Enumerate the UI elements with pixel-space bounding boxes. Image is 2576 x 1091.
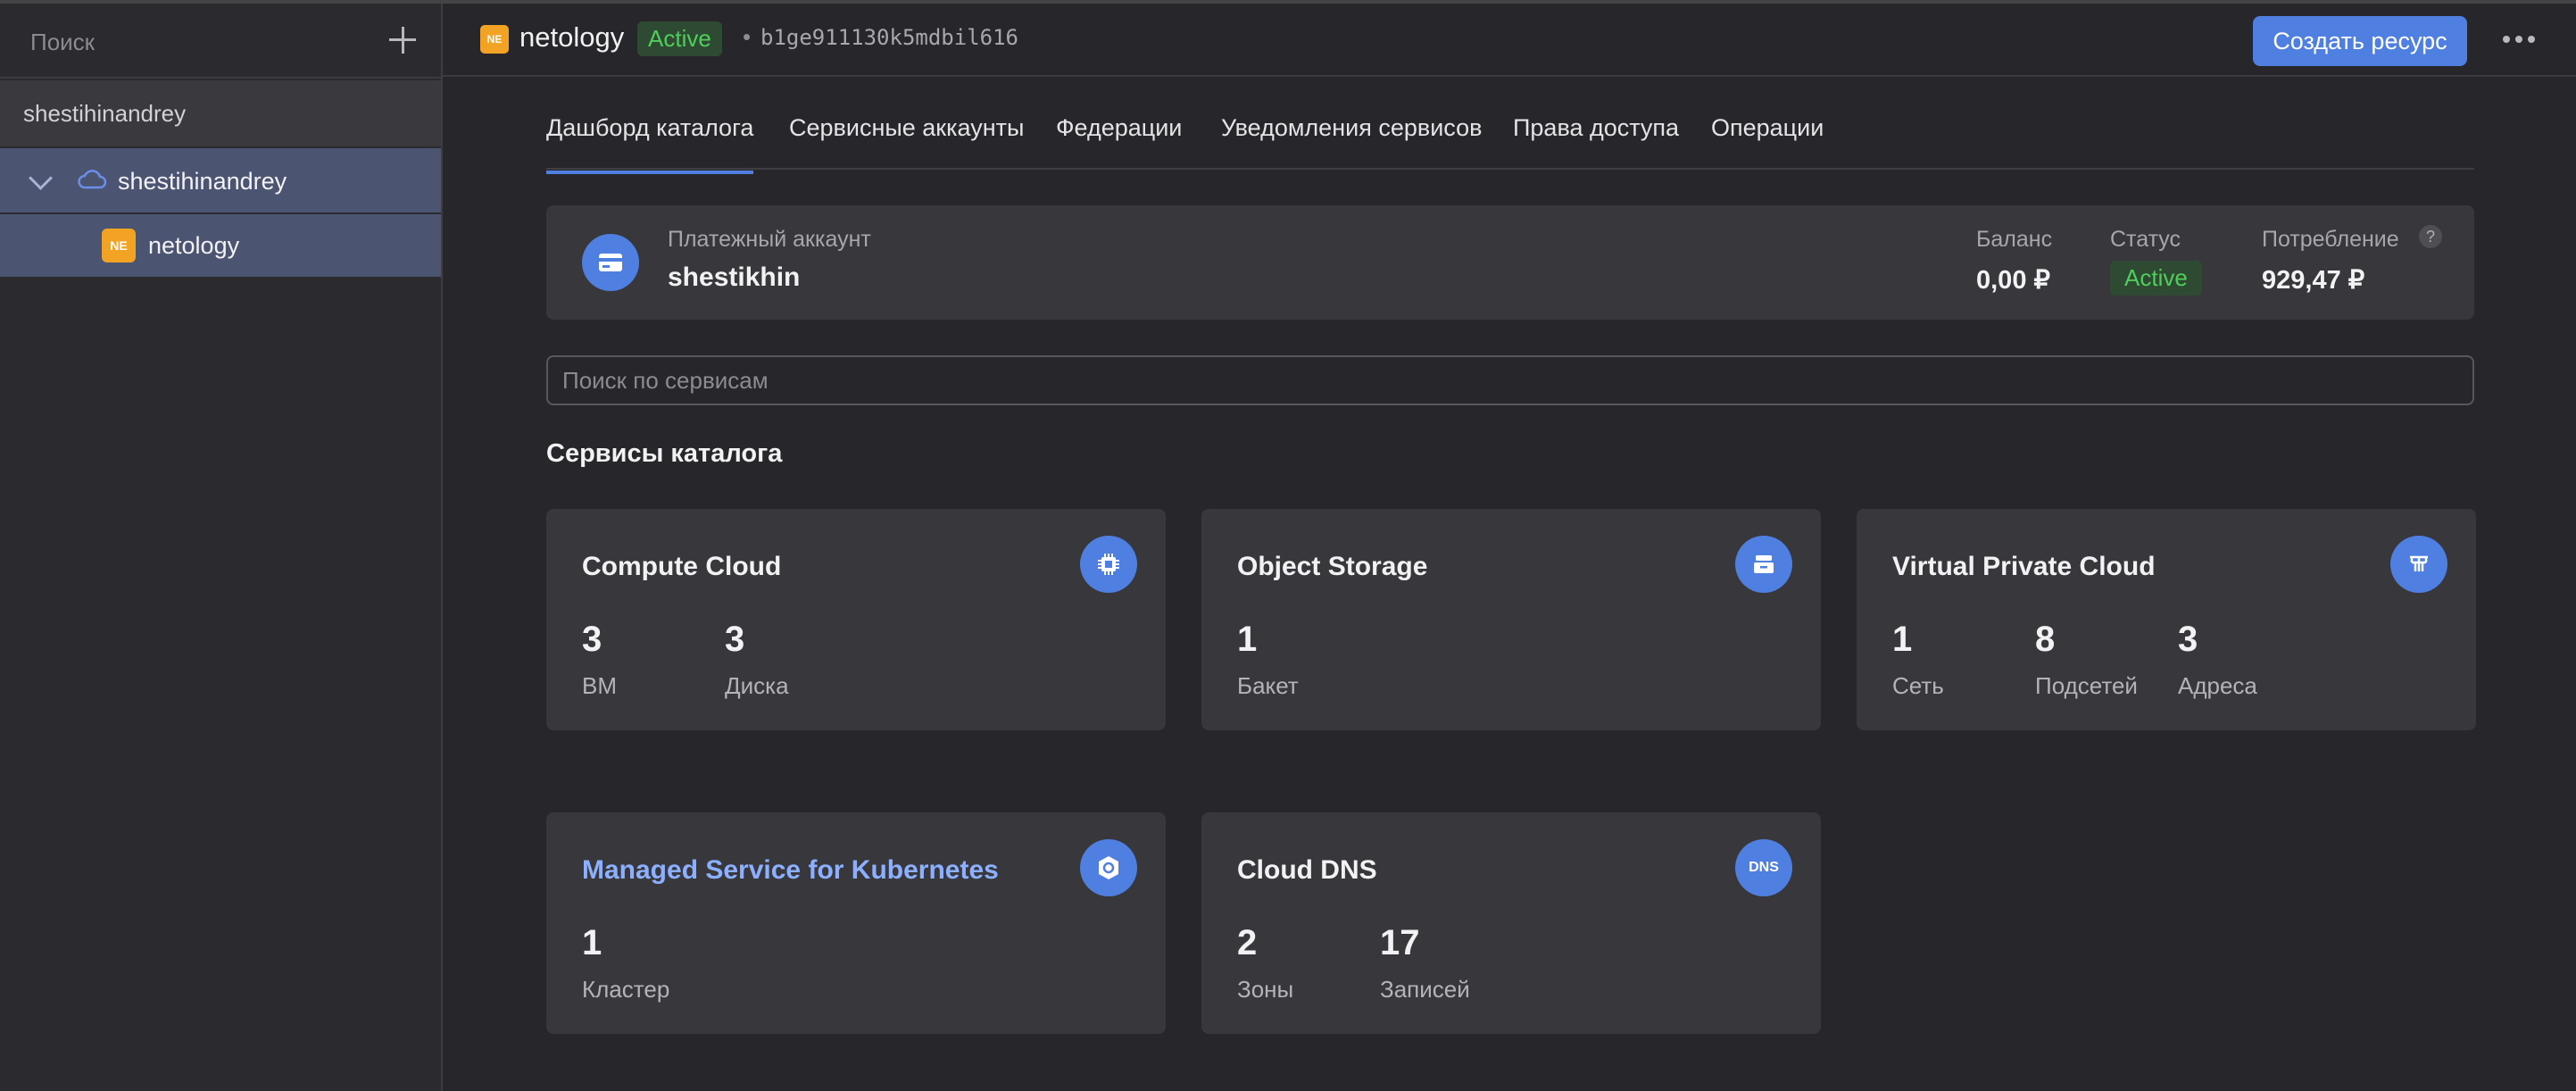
sidebar-item-folder[interactable]: NE netology: [0, 214, 441, 277]
page-header: NE netology Active • b1ge911130k5mdbil61…: [443, 4, 2576, 77]
metric-label: Бакет: [1237, 672, 1299, 699]
org-name: shestihinandrey: [23, 100, 187, 127]
cloud-label: shestihinandrey: [118, 168, 287, 195]
more-options-icon[interactable]: [2503, 36, 2539, 45]
metric-label: Подсетей: [2035, 672, 2138, 699]
dns-icon: DNS: [1735, 839, 1792, 896]
metric: 8 Подсетей: [2035, 620, 2138, 700]
service-card-kubernetes[interactable]: Managed Service for Kubernetes 1 Кластер: [546, 812, 1166, 1034]
folder-badge: NE: [102, 229, 136, 262]
balance-label: Баланс: [1976, 227, 2053, 252]
tab-service-accounts[interactable]: Сервисные аккаунты: [789, 114, 1024, 142]
metric: 1 Сеть: [1892, 620, 1944, 700]
folder-id[interactable]: b1ge911130k5mdbil616: [760, 25, 1018, 50]
card-title-link[interactable]: Managed Service for Kubernetes: [582, 855, 999, 886]
billing-account-label: Платежный аккаунт: [668, 227, 871, 252]
metric-value: 1: [1892, 620, 1913, 659]
tab-access-rights[interactable]: Права доступа: [1513, 114, 1679, 142]
tab-federations[interactable]: Федерации: [1056, 114, 1182, 142]
section-title: Сервисы каталога: [546, 439, 783, 468]
create-resource-button[interactable]: Создать ресурс: [2253, 16, 2467, 66]
separator-dot: •: [743, 23, 752, 50]
metric: 3 Диска: [725, 620, 789, 700]
metric-value: 1: [582, 923, 602, 962]
metric-label: Кластер: [582, 976, 670, 1003]
help-icon[interactable]: ?: [2419, 225, 2442, 248]
metric: 17 Записей: [1380, 923, 1470, 1004]
card-title[interactable]: Cloud DNS: [1237, 855, 1377, 886]
sidebar-search-input[interactable]: [29, 23, 371, 61]
add-icon[interactable]: [386, 23, 420, 57]
network-icon: [2390, 536, 2447, 593]
service-card-compute-cloud[interactable]: Compute Cloud 3 ВМ 3 Диска: [546, 509, 1166, 730]
dns-icon-text: DNS: [1749, 860, 1779, 875]
card-title[interactable]: Object Storage: [1237, 552, 1427, 582]
metric: 1 Кластер: [582, 923, 669, 1004]
metric: 3 Адреса: [2178, 620, 2257, 700]
status-label: Статус: [2110, 227, 2181, 252]
balance-value: 0,00 ₽: [1976, 266, 2050, 295]
billing-account-panel[interactable]: Платежный аккаунт shestikhin Баланс 0,00…: [546, 205, 2474, 320]
kubernetes-icon: [1080, 839, 1137, 896]
billing-card-icon: [582, 234, 639, 291]
metric: 3 ВМ: [582, 620, 617, 700]
billing-status-badge: Active: [2110, 261, 2202, 296]
folder-badge-icon: NE: [480, 25, 509, 54]
metric-label: Адреса: [2178, 672, 2257, 699]
billing-account-name: shestikhin: [668, 262, 801, 292]
metric-value: 2: [1237, 923, 1258, 962]
tab-bar: Дашборд каталога Сервисные аккаунты Феде…: [546, 107, 2474, 174]
metric: 2 Зоны: [1237, 923, 1293, 1004]
service-search-input[interactable]: [546, 355, 2474, 405]
cloud-icon: [78, 170, 107, 189]
tab-operations[interactable]: Операции: [1711, 114, 1824, 142]
consumption-value: 929,47 ₽: [2262, 266, 2365, 295]
metric-value: 3: [2178, 620, 2198, 659]
sidebar: shestihinandrey shestihinandrey NE netol…: [0, 4, 443, 1091]
sidebar-org[interactable]: shestihinandrey: [0, 80, 441, 146]
service-card-cloud-dns[interactable]: Cloud DNS DNS 2 Зоны 17 Записей: [1201, 812, 1821, 1034]
metric-value: 8: [2035, 620, 2056, 659]
chevron-down-icon[interactable]: [29, 166, 53, 190]
service-card-vpc[interactable]: Virtual Private Cloud 1 Сеть 8 Подсетей …: [1857, 509, 2476, 730]
metric-label: Диска: [725, 672, 789, 699]
card-title[interactable]: Compute Cloud: [582, 552, 781, 582]
metric-value: 3: [725, 620, 745, 659]
metric-value: 17: [1380, 923, 1420, 962]
storage-icon: [1735, 536, 1792, 593]
tab-service-notifications[interactable]: Уведомления сервисов: [1221, 114, 1482, 142]
metric: 1 Бакет: [1237, 620, 1299, 700]
sidebar-search: [0, 4, 441, 79]
page-title: netology: [519, 21, 625, 53]
metric-label: Зоны: [1237, 976, 1294, 1003]
consumption-label: Потребление: [2262, 227, 2399, 252]
service-card-object-storage[interactable]: Object Storage 1 Бакет: [1201, 509, 1821, 730]
metric-value: 3: [582, 620, 602, 659]
folder-label: netology: [148, 232, 240, 259]
status-badge: Active: [637, 21, 722, 56]
cpu-icon: [1080, 536, 1137, 593]
metric-label: ВМ: [582, 672, 617, 699]
metric-label: Записей: [1380, 976, 1470, 1003]
metric-value: 1: [1237, 620, 1258, 659]
sidebar-item-cloud[interactable]: shestihinandrey: [0, 148, 441, 212]
card-title[interactable]: Virtual Private Cloud: [1892, 552, 2156, 582]
tab-dashboard[interactable]: Дашборд каталога: [546, 114, 754, 174]
metric-label: Сеть: [1892, 672, 1944, 699]
